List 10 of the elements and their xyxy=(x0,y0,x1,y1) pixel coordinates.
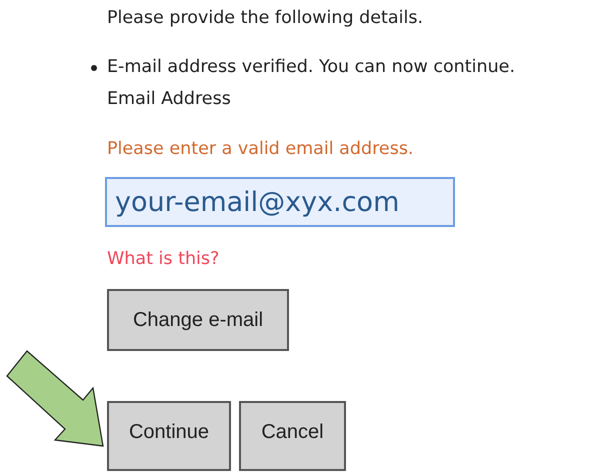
field-label: Email Address xyxy=(107,88,232,111)
cancel-button[interactable]: Cancel xyxy=(239,401,346,471)
error-message: Please enter a valid email address. xyxy=(107,138,414,161)
intro-text: Please provide the following details. xyxy=(107,7,424,30)
help-link[interactable]: What is this? xyxy=(107,247,220,271)
continue-button[interactable]: Continue xyxy=(107,401,231,471)
status-message: E-mail address verified. You can now continue. xyxy=(107,57,516,77)
email-input-field[interactable]: your-email@xyx.com xyxy=(105,177,455,227)
bullet-icon xyxy=(91,65,97,71)
change-email-button[interactable]: Change e-mail xyxy=(107,289,289,351)
